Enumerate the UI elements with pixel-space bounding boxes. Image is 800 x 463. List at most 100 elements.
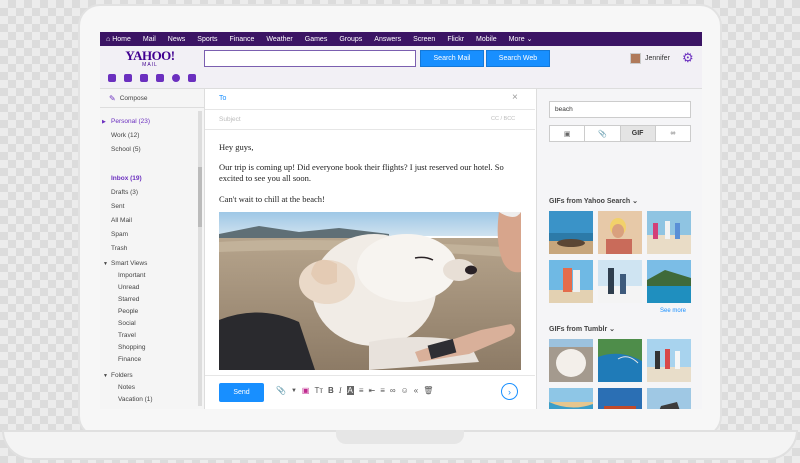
text-color-icon[interactable]: A [346, 386, 354, 395]
smart-shopping[interactable]: Shopping [118, 344, 145, 351]
messenger-icon[interactable] [172, 74, 180, 82]
sidebar-item-school[interactable]: School (5) [111, 146, 141, 153]
search-web-button[interactable]: Search Web [486, 50, 550, 67]
link-tab-icon[interactable]: ∞ [656, 126, 690, 141]
gif-thumb[interactable] [598, 388, 642, 409]
nav-flickr[interactable]: Flickr [447, 36, 464, 43]
stationery-icon[interactable]: ▣ [302, 386, 310, 395]
nav-screen[interactable]: Screen [413, 36, 435, 43]
smart-starred[interactable]: Starred [118, 296, 139, 303]
font-size-icon[interactable]: Tт [314, 386, 323, 395]
nav-weather[interactable]: Weather [266, 36, 292, 43]
smart-important[interactable]: Important [118, 272, 145, 279]
gif-thumb[interactable] [598, 339, 642, 382]
header: YAHOO! MAIL Search Mail Search Web Jenni… [100, 46, 702, 89]
gif-thumb[interactable] [647, 260, 691, 303]
to-field[interactable]: To × [205, 89, 535, 110]
user-name: Jennifer [645, 55, 670, 62]
gif-thumb[interactable] [549, 260, 593, 303]
bold-icon[interactable]: B [328, 386, 334, 395]
sidebar-folders[interactable]: Folders [111, 372, 133, 379]
gif-tumblr-heading[interactable]: GIFs from Tumblr ⌄ [549, 325, 615, 333]
gif-thumb[interactable] [549, 211, 593, 254]
email-greeting[interactable]: Hey guys, [219, 142, 519, 153]
see-more-link[interactable]: See more [660, 308, 686, 314]
gif-thumb[interactable] [647, 339, 691, 382]
nav-mobile[interactable]: Mobile [476, 36, 497, 43]
contacts-icon[interactable] [124, 74, 132, 82]
gif-thumb[interactable] [549, 388, 593, 409]
nav-sports[interactable]: Sports [197, 36, 217, 43]
sidebar-item-sent[interactable]: Sent [111, 203, 124, 210]
nav-finance[interactable]: Finance [230, 36, 255, 43]
sidebar-item-spam[interactable]: Spam [111, 231, 128, 238]
nav-answers[interactable]: Answers [374, 36, 401, 43]
sidebar-item-all-mail[interactable]: All Mail [111, 217, 132, 224]
close-icon[interactable]: × [512, 92, 518, 103]
compose-button[interactable]: ✎ Compose [100, 89, 204, 108]
italic-icon[interactable]: I [339, 386, 342, 395]
user-profile[interactable]: Jennifer [630, 53, 670, 64]
nav-mail[interactable]: Mail [143, 36, 156, 43]
nav-news[interactable]: News [168, 36, 186, 43]
gif-yahoo-heading[interactable]: GIFs from Yahoo Search ⌄ [549, 197, 638, 205]
nav-more[interactable]: More ⌄ [509, 35, 533, 43]
nav-home[interactable]: ⌂ Home [106, 36, 131, 43]
nav-games[interactable]: Games [305, 36, 328, 43]
sidebar-item-work[interactable]: Work (12) [111, 132, 139, 139]
more-options-circle-button[interactable]: › [501, 383, 518, 400]
indent-icon[interactable]: ⇤ [369, 386, 376, 395]
email-paragraph-2[interactable]: Can't wait to chill at the beach! [219, 194, 519, 205]
rewind-icon[interactable]: « [414, 386, 418, 395]
smart-social[interactable]: Social [118, 320, 136, 327]
align-icon[interactable]: ≡ [380, 386, 385, 395]
gif-thumb[interactable] [598, 211, 642, 254]
subject-field[interactable]: Subject CC / BCC [205, 109, 535, 130]
sidebar-scroll-thumb[interactable] [198, 167, 202, 227]
sidebar-item-drafts[interactable]: Drafts (3) [111, 189, 138, 196]
gif-thumb[interactable] [549, 339, 593, 382]
notepad-icon[interactable] [156, 74, 164, 82]
attach-tab-icon[interactable]: 📎 [585, 126, 621, 141]
gif-thumb[interactable] [647, 388, 691, 409]
trash-icon[interactable]: 🗑 [423, 386, 433, 395]
smart-travel[interactable]: Travel [118, 332, 136, 339]
smart-finance[interactable]: Finance [118, 356, 141, 363]
paperclip-icon[interactable]: 📎 [276, 386, 286, 395]
sidebar-item-inbox[interactable]: Inbox (19) [111, 175, 142, 182]
nav-groups[interactable]: Groups [339, 36, 362, 43]
chevron-down-icon: ▼ [103, 373, 108, 379]
gear-icon[interactable]: ⚙ [682, 51, 694, 64]
newsfeed-icon[interactable] [188, 74, 196, 82]
bullet-list-icon[interactable]: ≡ [359, 386, 364, 395]
smart-people[interactable]: People [118, 308, 138, 315]
link-icon[interactable]: ∞ [390, 386, 396, 395]
email-paragraph[interactable]: Our trip is coming up! Did everyone book… [219, 162, 519, 184]
send-button[interactable]: Send [219, 383, 264, 402]
sidebar-item-personal[interactable]: Personal (23) [111, 118, 150, 125]
chevron-down-icon[interactable]: ▼ [291, 388, 297, 395]
tab-gif[interactable]: GIF [620, 126, 656, 141]
dog-beach-photo[interactable] [219, 212, 521, 370]
gif-search-input[interactable] [549, 101, 691, 118]
emoji-icon[interactable]: ☺ [401, 386, 409, 395]
calendar-icon[interactable] [140, 74, 148, 82]
sidebar-item-trash[interactable]: Trash [111, 245, 127, 252]
search-mail-button[interactable]: Search Mail [420, 50, 484, 67]
mail-icon[interactable] [108, 74, 116, 82]
yahoo-mail-logo[interactable]: YAHOO! MAIL [124, 49, 176, 68]
app-icons [108, 74, 196, 82]
top-nav: ⌂ Home Mail News Sports Finance Weather G… [100, 32, 702, 46]
gif-thumb[interactable] [598, 260, 642, 303]
sidebar-smart-views[interactable]: Smart Views [111, 260, 147, 267]
folder-notes[interactable]: Notes [118, 384, 135, 391]
image-tab-icon[interactable]: ▣ [550, 126, 586, 141]
sidebar-scrollbar[interactable] [198, 111, 202, 406]
smart-unread[interactable]: Unread [118, 284, 139, 291]
laptop-notch [336, 430, 464, 444]
search-input[interactable] [204, 50, 416, 67]
cc-bcc-link[interactable]: CC / BCC [491, 116, 515, 122]
chevron-down-icon: ▼ [103, 261, 108, 267]
folder-vacation[interactable]: Vacation (1) [118, 396, 153, 403]
gif-thumb[interactable] [647, 211, 691, 254]
